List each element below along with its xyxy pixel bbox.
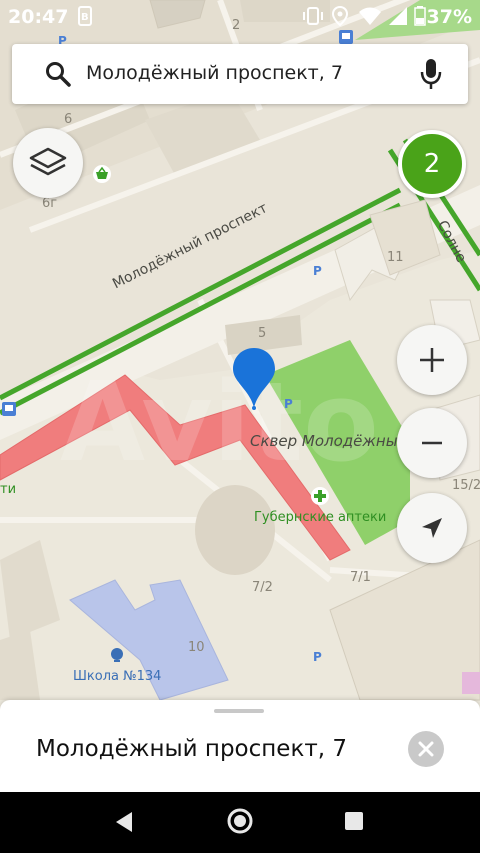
signal-icon xyxy=(389,7,407,25)
location-pin-icon[interactable] xyxy=(230,346,278,410)
school-label: Школа №134 xyxy=(73,669,162,684)
search-bar[interactable]: Молодёжный проспект, 7 xyxy=(12,44,468,104)
layers-icon xyxy=(29,147,67,176)
vibrate-icon xyxy=(303,7,323,25)
drag-handle[interactable] xyxy=(214,709,264,713)
layers-button[interactable] xyxy=(13,128,83,198)
battery-percent: 37% xyxy=(426,6,472,28)
parking-icon: P xyxy=(313,650,322,664)
partial-label-left: ти xyxy=(0,482,17,497)
svg-text:B: B xyxy=(81,12,89,23)
house-number: 6г xyxy=(42,196,58,211)
house-number: 7/1 xyxy=(350,570,371,585)
house-number: 5 xyxy=(258,326,267,341)
house-number: 7/2 xyxy=(252,580,273,595)
close-button[interactable] xyxy=(408,731,444,767)
wifi-icon xyxy=(359,7,381,25)
battery-icon xyxy=(414,6,426,26)
zoom-out-button[interactable] xyxy=(397,408,467,478)
status-bar: 20:47 B 37% xyxy=(0,0,480,34)
parking-icon: P xyxy=(313,264,322,278)
house-number: 10 xyxy=(188,640,205,655)
cluster-count-badge[interactable]: 2 xyxy=(398,130,466,198)
pharmacy-cross-icon xyxy=(311,487,329,505)
address-title: Молодёжный проспект, 7 xyxy=(36,736,348,762)
notification-icon: B xyxy=(78,6,92,26)
minus-icon xyxy=(422,441,442,445)
search-icon[interactable] xyxy=(45,61,71,87)
svg-text:Avito: Avito xyxy=(60,358,379,486)
park-label: Сквер Молодёжны xyxy=(250,432,398,450)
parking-icon: P xyxy=(284,397,293,411)
home-icon[interactable] xyxy=(226,807,254,835)
status-time: 20:47 xyxy=(8,6,69,28)
school-globe-icon xyxy=(111,648,123,662)
pharmacy-label: Губернские аптеки xyxy=(254,510,387,525)
bus-stop-icon xyxy=(2,402,16,416)
location-status-icon xyxy=(332,6,348,26)
search-input[interactable]: Молодёжный проспект, 7 xyxy=(86,62,343,84)
back-icon[interactable] xyxy=(112,810,136,834)
house-number: 6 xyxy=(64,112,73,127)
house-number: 11 xyxy=(387,250,404,265)
house-number: 15/2 xyxy=(452,478,480,493)
close-icon xyxy=(418,741,434,757)
navigation-arrow-icon xyxy=(422,518,442,538)
zoom-in-button[interactable] xyxy=(397,325,467,395)
shop-basket-icon xyxy=(93,165,111,183)
mic-icon[interactable] xyxy=(420,57,442,91)
my-location-button[interactable] xyxy=(397,493,467,563)
plus-icon xyxy=(420,348,444,372)
system-nav-bar xyxy=(0,792,480,853)
recents-icon[interactable] xyxy=(344,811,364,831)
